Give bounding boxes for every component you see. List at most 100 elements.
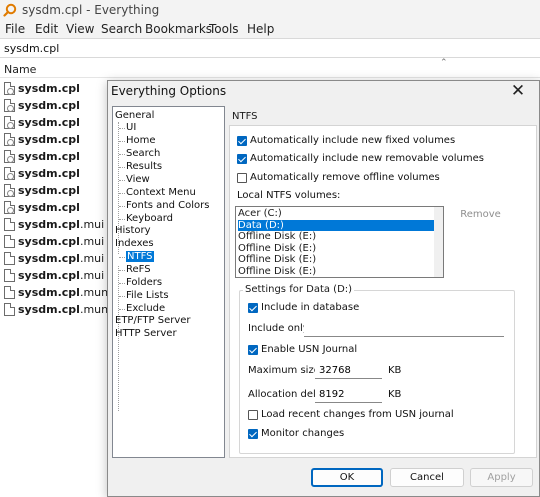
menu-file[interactable]: File (5, 22, 25, 36)
menu-help[interactable]: Help (247, 22, 274, 36)
tree-line (119, 219, 125, 220)
volume-item[interactable]: Offline Disk (E:) (238, 231, 434, 242)
tree-view[interactable]: View (126, 174, 150, 185)
tree-keyboard[interactable]: Keyboard (126, 213, 173, 224)
result-row[interactable]: sysdm.cpl (0, 148, 110, 165)
result-row[interactable]: sysdm.cpl.mui (0, 216, 110, 233)
result-filename-suffix: .mui (79, 252, 105, 265)
tree-line (119, 180, 125, 181)
menu-tools[interactable]: Tools (209, 22, 239, 36)
result-filename-match: sysdm.cpl (18, 252, 80, 265)
load-recent-changes-label: Load recent changes from USN journal (261, 409, 454, 420)
tree-home[interactable]: Home (126, 135, 156, 146)
window-titlebar: sysdm.cpl - Everything (0, 0, 540, 20)
result-row[interactable]: sysdm.cpl (0, 165, 110, 182)
maximum-size-input[interactable] (315, 362, 382, 379)
cancel-button[interactable]: Cancel (390, 468, 464, 487)
tree-context-menu[interactable]: Context Menu (126, 187, 196, 198)
tree-exclude[interactable]: Exclude (126, 303, 165, 314)
result-row[interactable]: sysdm.cpl (0, 182, 110, 199)
result-row[interactable]: sysdm.cpl.mun (0, 301, 110, 318)
result-filename: sysdm.cpl (18, 116, 80, 129)
result-filename-match: sysdm.cpl (18, 303, 80, 316)
column-header-name[interactable]: Name ⌃ (0, 58, 540, 78)
volume-item[interactable]: Offline Disk (E:) (238, 254, 434, 265)
column-header-label: Name (4, 63, 37, 76)
volumes-listbox[interactable]: Acer (C:) Data (D:) Offline Disk (E:) Offli… (235, 206, 444, 278)
result-filename: sysdm.cpl (18, 133, 80, 146)
result-row[interactable]: sysdm.cpl.mui (0, 267, 110, 284)
tree-ui[interactable]: UI (126, 122, 136, 133)
result-filename: sysdm.cpl (18, 82, 80, 95)
tree-indexes[interactable]: Indexes (115, 238, 154, 249)
result-filename-suffix: .mui (79, 235, 105, 248)
tree-fonts-and-colors[interactable]: Fonts and Colors (126, 200, 209, 211)
result-filename-match: sysdm.cpl (18, 82, 80, 95)
tree-line (119, 167, 125, 168)
tree-line (119, 193, 125, 194)
volume-item[interactable]: Offline Disk (E:) (238, 266, 434, 277)
tree-http-server[interactable]: HTTP Server (115, 328, 177, 339)
menu-bookmarks[interactable]: Bookmarks (145, 22, 212, 36)
include-only-label: Include only: (248, 323, 312, 334)
file-icon (4, 269, 15, 282)
enable-usn-journal-checkbox[interactable] (248, 345, 258, 355)
volume-item[interactable]: Data (D:) (238, 219, 434, 231)
auto-fixed-checkbox[interactable] (237, 136, 247, 146)
close-icon[interactable]: ✕ (506, 82, 530, 102)
tree-line (119, 283, 125, 284)
menu-view[interactable]: View (66, 22, 94, 36)
ok-button[interactable]: OK (311, 468, 383, 487)
panel-title: NTFS (232, 111, 258, 122)
result-row[interactable]: sysdm.cpl (0, 80, 110, 97)
result-row[interactable]: sysdm.cpl.mui (0, 250, 110, 267)
result-filename-match: sysdm.cpl (18, 99, 80, 112)
apply-button[interactable]: Apply (470, 468, 533, 487)
result-filename-match: sysdm.cpl (18, 116, 80, 129)
result-filename-match: sysdm.cpl (18, 133, 80, 146)
tree-etp-ftp-server[interactable]: ETP/FTP Server (115, 315, 191, 326)
tree-folders[interactable]: Folders (126, 277, 162, 288)
result-row[interactable]: sysdm.cpl (0, 131, 110, 148)
volume-item[interactable]: Offline Disk (E:) (238, 243, 434, 254)
tree-history[interactable]: History (115, 225, 151, 236)
menubar: File Edit View Search Bookmarks Tools He… (0, 20, 540, 38)
include-in-database-checkbox[interactable] (248, 303, 258, 313)
tree-results[interactable]: Results (126, 161, 162, 172)
auto-remove-offline-checkbox[interactable] (237, 173, 247, 183)
volumes-scrollbar[interactable] (434, 207, 443, 277)
tree-search[interactable]: Search (126, 148, 160, 159)
tree-refs[interactable]: ReFS (126, 264, 151, 275)
volume-item[interactable]: Offline Disk (E:) (238, 277, 434, 278)
result-row[interactable]: sysdm.cpl (0, 114, 110, 131)
result-filename: sysdm.cpl.mun (18, 303, 108, 316)
tree-ntfs[interactable]: NTFS (126, 251, 154, 262)
result-filename-match: sysdm.cpl (18, 235, 80, 248)
tree-file-lists[interactable]: File Lists (126, 290, 169, 301)
result-filename-suffix: .mun (79, 303, 109, 316)
volume-item[interactable]: Acer (C:) (238, 208, 434, 219)
load-recent-changes-checkbox[interactable] (248, 410, 258, 420)
tree-general[interactable]: General (115, 110, 154, 121)
result-row[interactable]: sysdm.cpl (0, 199, 110, 216)
everything-logo-icon (3, 3, 17, 17)
auto-fixed-label: Automatically include new fixed volumes (250, 135, 456, 146)
include-only-input[interactable] (304, 320, 504, 337)
allocation-delta-input[interactable] (315, 386, 382, 403)
result-row[interactable]: sysdm.cpl.mun (0, 284, 110, 301)
auto-removable-checkbox[interactable] (237, 154, 247, 164)
result-filename: sysdm.cpl.mui (18, 218, 104, 231)
menu-edit[interactable]: Edit (35, 22, 58, 36)
result-row[interactable]: sysdm.cpl.mui (0, 233, 110, 250)
options-dialog: Everything Options ✕ General UI Home Searc… (107, 80, 540, 497)
result-filename: sysdm.cpl (18, 201, 80, 214)
result-filename: sysdm.cpl.mui (18, 235, 104, 248)
settings-group-title: Settings for Data (D:) (243, 284, 355, 295)
search-input[interactable] (4, 40, 534, 57)
menu-search[interactable]: Search (101, 22, 142, 36)
result-row[interactable]: sysdm.cpl (0, 97, 110, 114)
auto-removable-label: Automatically include new removable volu… (250, 153, 484, 164)
monitor-changes-checkbox[interactable] (248, 429, 258, 439)
tree-line (119, 270, 125, 271)
remove-button[interactable]: Remove (453, 207, 508, 222)
